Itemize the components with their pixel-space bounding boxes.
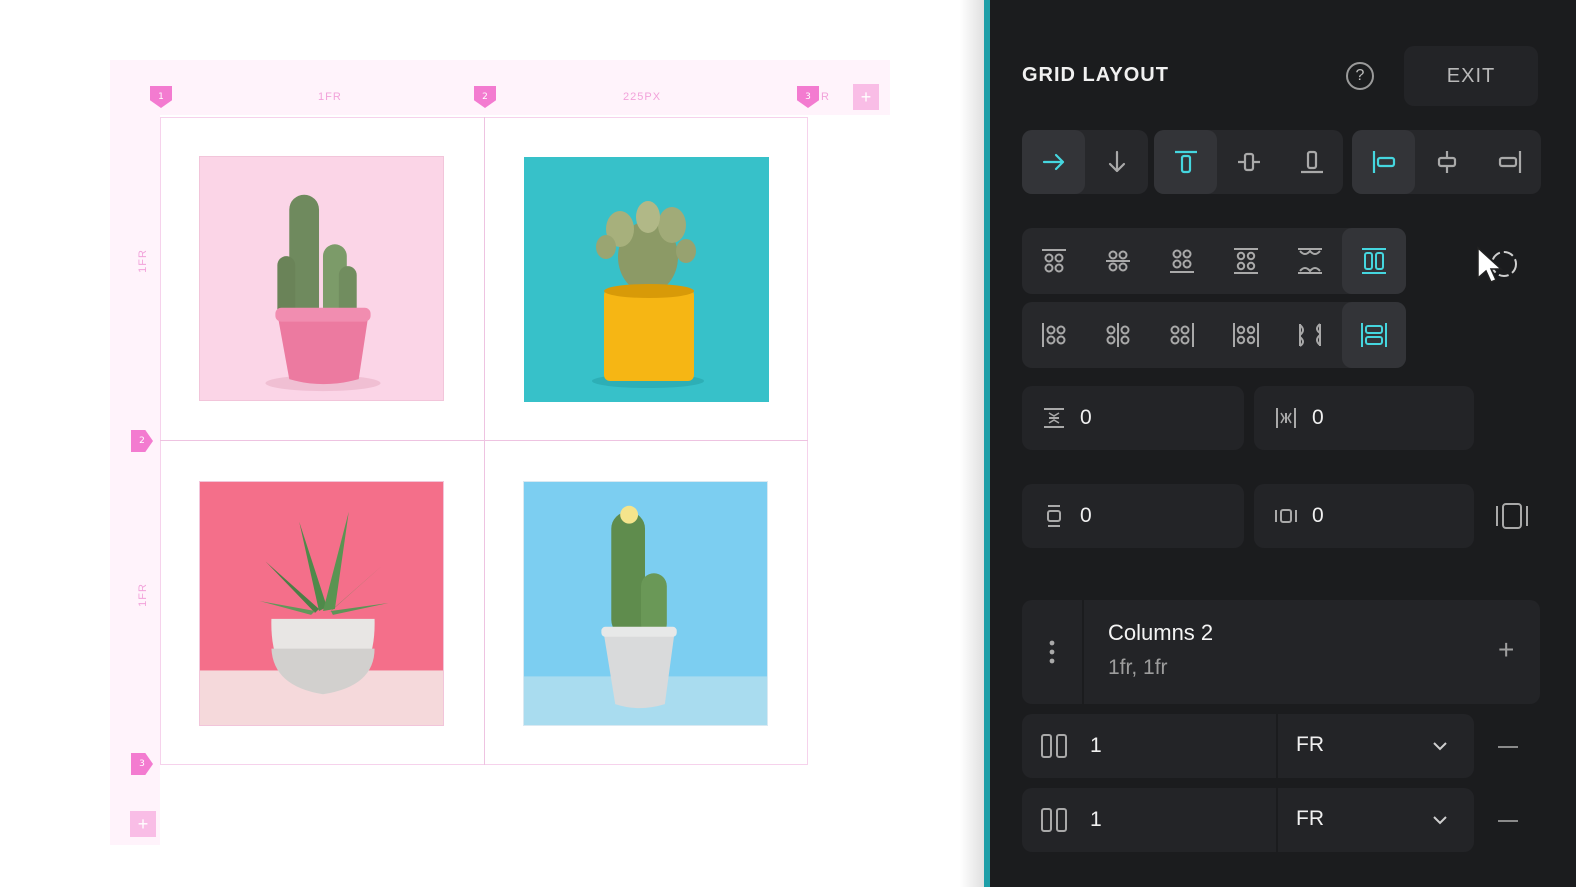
column-gap-field[interactable]: 0 — [1254, 386, 1474, 450]
remove-column-1-icon[interactable] — [1498, 746, 1518, 748]
row-ruler — [110, 115, 160, 845]
chevron-down-icon — [1433, 742, 1447, 751]
column-1-unit: FR — [1296, 733, 1324, 756]
arrow-right-icon[interactable] — [1022, 130, 1085, 194]
grid-layout-panel: GRID LAYOUT ? EXIT 0 0 0 0 Columns 2 1fr… — [990, 0, 1576, 887]
align-middle-icon[interactable] — [1217, 130, 1280, 194]
grid-h-center-icon[interactable] — [1086, 302, 1150, 368]
row-gap-field[interactable]: 0 — [1022, 386, 1244, 450]
column-row-1: 1 FR — [1022, 714, 1474, 778]
grid-space-between-icon[interactable] — [1214, 228, 1278, 294]
column-gap-value[interactable]: 0 — [1312, 406, 1324, 430]
column-2-value[interactable]: 1 — [1090, 808, 1102, 832]
arrow-down-icon[interactable] — [1085, 130, 1148, 194]
cactus-grey-pot-image[interactable] — [523, 481, 768, 726]
help-icon[interactable]: ? — [1346, 62, 1374, 90]
column-row-2: 1 FR — [1022, 788, 1474, 852]
cactus-yellow-pot-image[interactable] — [524, 157, 769, 402]
cactus-pink-pot-image[interactable] — [199, 156, 444, 401]
align-top-icon[interactable] — [1154, 130, 1217, 194]
column-track-label-3[interactable]: R — [821, 91, 830, 103]
align-left-icon[interactable] — [1352, 130, 1415, 194]
padding-vertical-field[interactable]: 0 — [1022, 484, 1244, 548]
panel-title: GRID LAYOUT — [1022, 64, 1169, 86]
exit-button[interactable]: EXIT — [1404, 46, 1538, 106]
grid-stretch-horizontal-icon[interactable] — [1342, 302, 1406, 368]
aloe-white-pot-image[interactable] — [199, 481, 444, 726]
column-icon — [1041, 734, 1067, 758]
row-track-label-2[interactable]: 1FR — [137, 583, 149, 607]
justify-vertical-group — [1022, 228, 1406, 294]
column-2-unit: FR — [1296, 807, 1324, 830]
padding-horizontal-field[interactable]: 0 — [1254, 484, 1474, 548]
row-gap-value[interactable]: 0 — [1080, 406, 1092, 430]
align-bottom-icon[interactable] — [1280, 130, 1343, 194]
remove-column-2-icon[interactable] — [1498, 820, 1518, 822]
chevron-down-icon — [1433, 816, 1447, 825]
grid-left-icon[interactable] — [1022, 302, 1086, 368]
column-2-unit-select[interactable]: FR — [1278, 788, 1474, 852]
columns-card[interactable]: Columns 2 1fr, 1fr + — [1022, 600, 1540, 704]
mouse-cursor-icon — [1477, 246, 1517, 283]
column-track-label-2[interactable]: 225PX — [623, 91, 661, 103]
column-track-label-1[interactable]: 1FR — [318, 91, 342, 103]
grid-bottom-icon[interactable] — [1150, 228, 1214, 294]
column-2-size-field[interactable]: 1 — [1022, 788, 1276, 852]
column-1-size-field[interactable]: 1 — [1022, 714, 1276, 778]
column-gap-icon — [1276, 408, 1296, 428]
row-gridline[interactable] — [160, 440, 808, 441]
column-ruler — [110, 60, 890, 115]
add-column-icon[interactable]: + — [1498, 636, 1514, 664]
padding-horizontal-icon — [1275, 509, 1297, 523]
grid-h-space-between-icon[interactable] — [1214, 302, 1278, 368]
row-track-label-1[interactable]: 1FR — [137, 249, 149, 273]
padding-vertical-icon — [1047, 505, 1061, 527]
column-icon — [1041, 808, 1067, 832]
align-center-icon[interactable] — [1415, 130, 1478, 194]
grid-top-icon[interactable] — [1022, 228, 1086, 294]
align-vertical-group — [1154, 130, 1343, 194]
add-column-button[interactable]: + — [853, 84, 879, 110]
design-canvas[interactable]: 1 2 3 + 1FR 225PX R 2 3 + 1FR 1FR — [0, 0, 985, 887]
columns-summary: 1fr, 1fr — [1108, 656, 1168, 679]
grid-h-space-around-icon[interactable] — [1278, 302, 1342, 368]
align-right-icon[interactable] — [1478, 130, 1541, 194]
grid-right-icon[interactable] — [1150, 302, 1214, 368]
column-1-value[interactable]: 1 — [1090, 734, 1102, 758]
grid-stretch-vertical-icon[interactable] — [1342, 228, 1406, 294]
column-gridline[interactable] — [484, 117, 485, 765]
row-gap-icon — [1044, 408, 1064, 428]
grid-space-around-icon[interactable] — [1278, 228, 1342, 294]
padding-horizontal-value[interactable]: 0 — [1312, 504, 1324, 528]
independent-padding-icon[interactable] — [1494, 500, 1530, 532]
columns-title: Columns 2 — [1108, 620, 1214, 645]
add-row-button[interactable]: + — [130, 811, 156, 837]
grid-center-icon[interactable] — [1086, 228, 1150, 294]
direction-group — [1022, 130, 1148, 194]
more-options-icon[interactable] — [1022, 600, 1084, 704]
column-1-unit-select[interactable]: FR — [1278, 714, 1474, 778]
padding-vertical-value[interactable]: 0 — [1080, 504, 1092, 528]
align-horizontal-group — [1352, 130, 1541, 194]
justify-horizontal-group — [1022, 302, 1406, 368]
